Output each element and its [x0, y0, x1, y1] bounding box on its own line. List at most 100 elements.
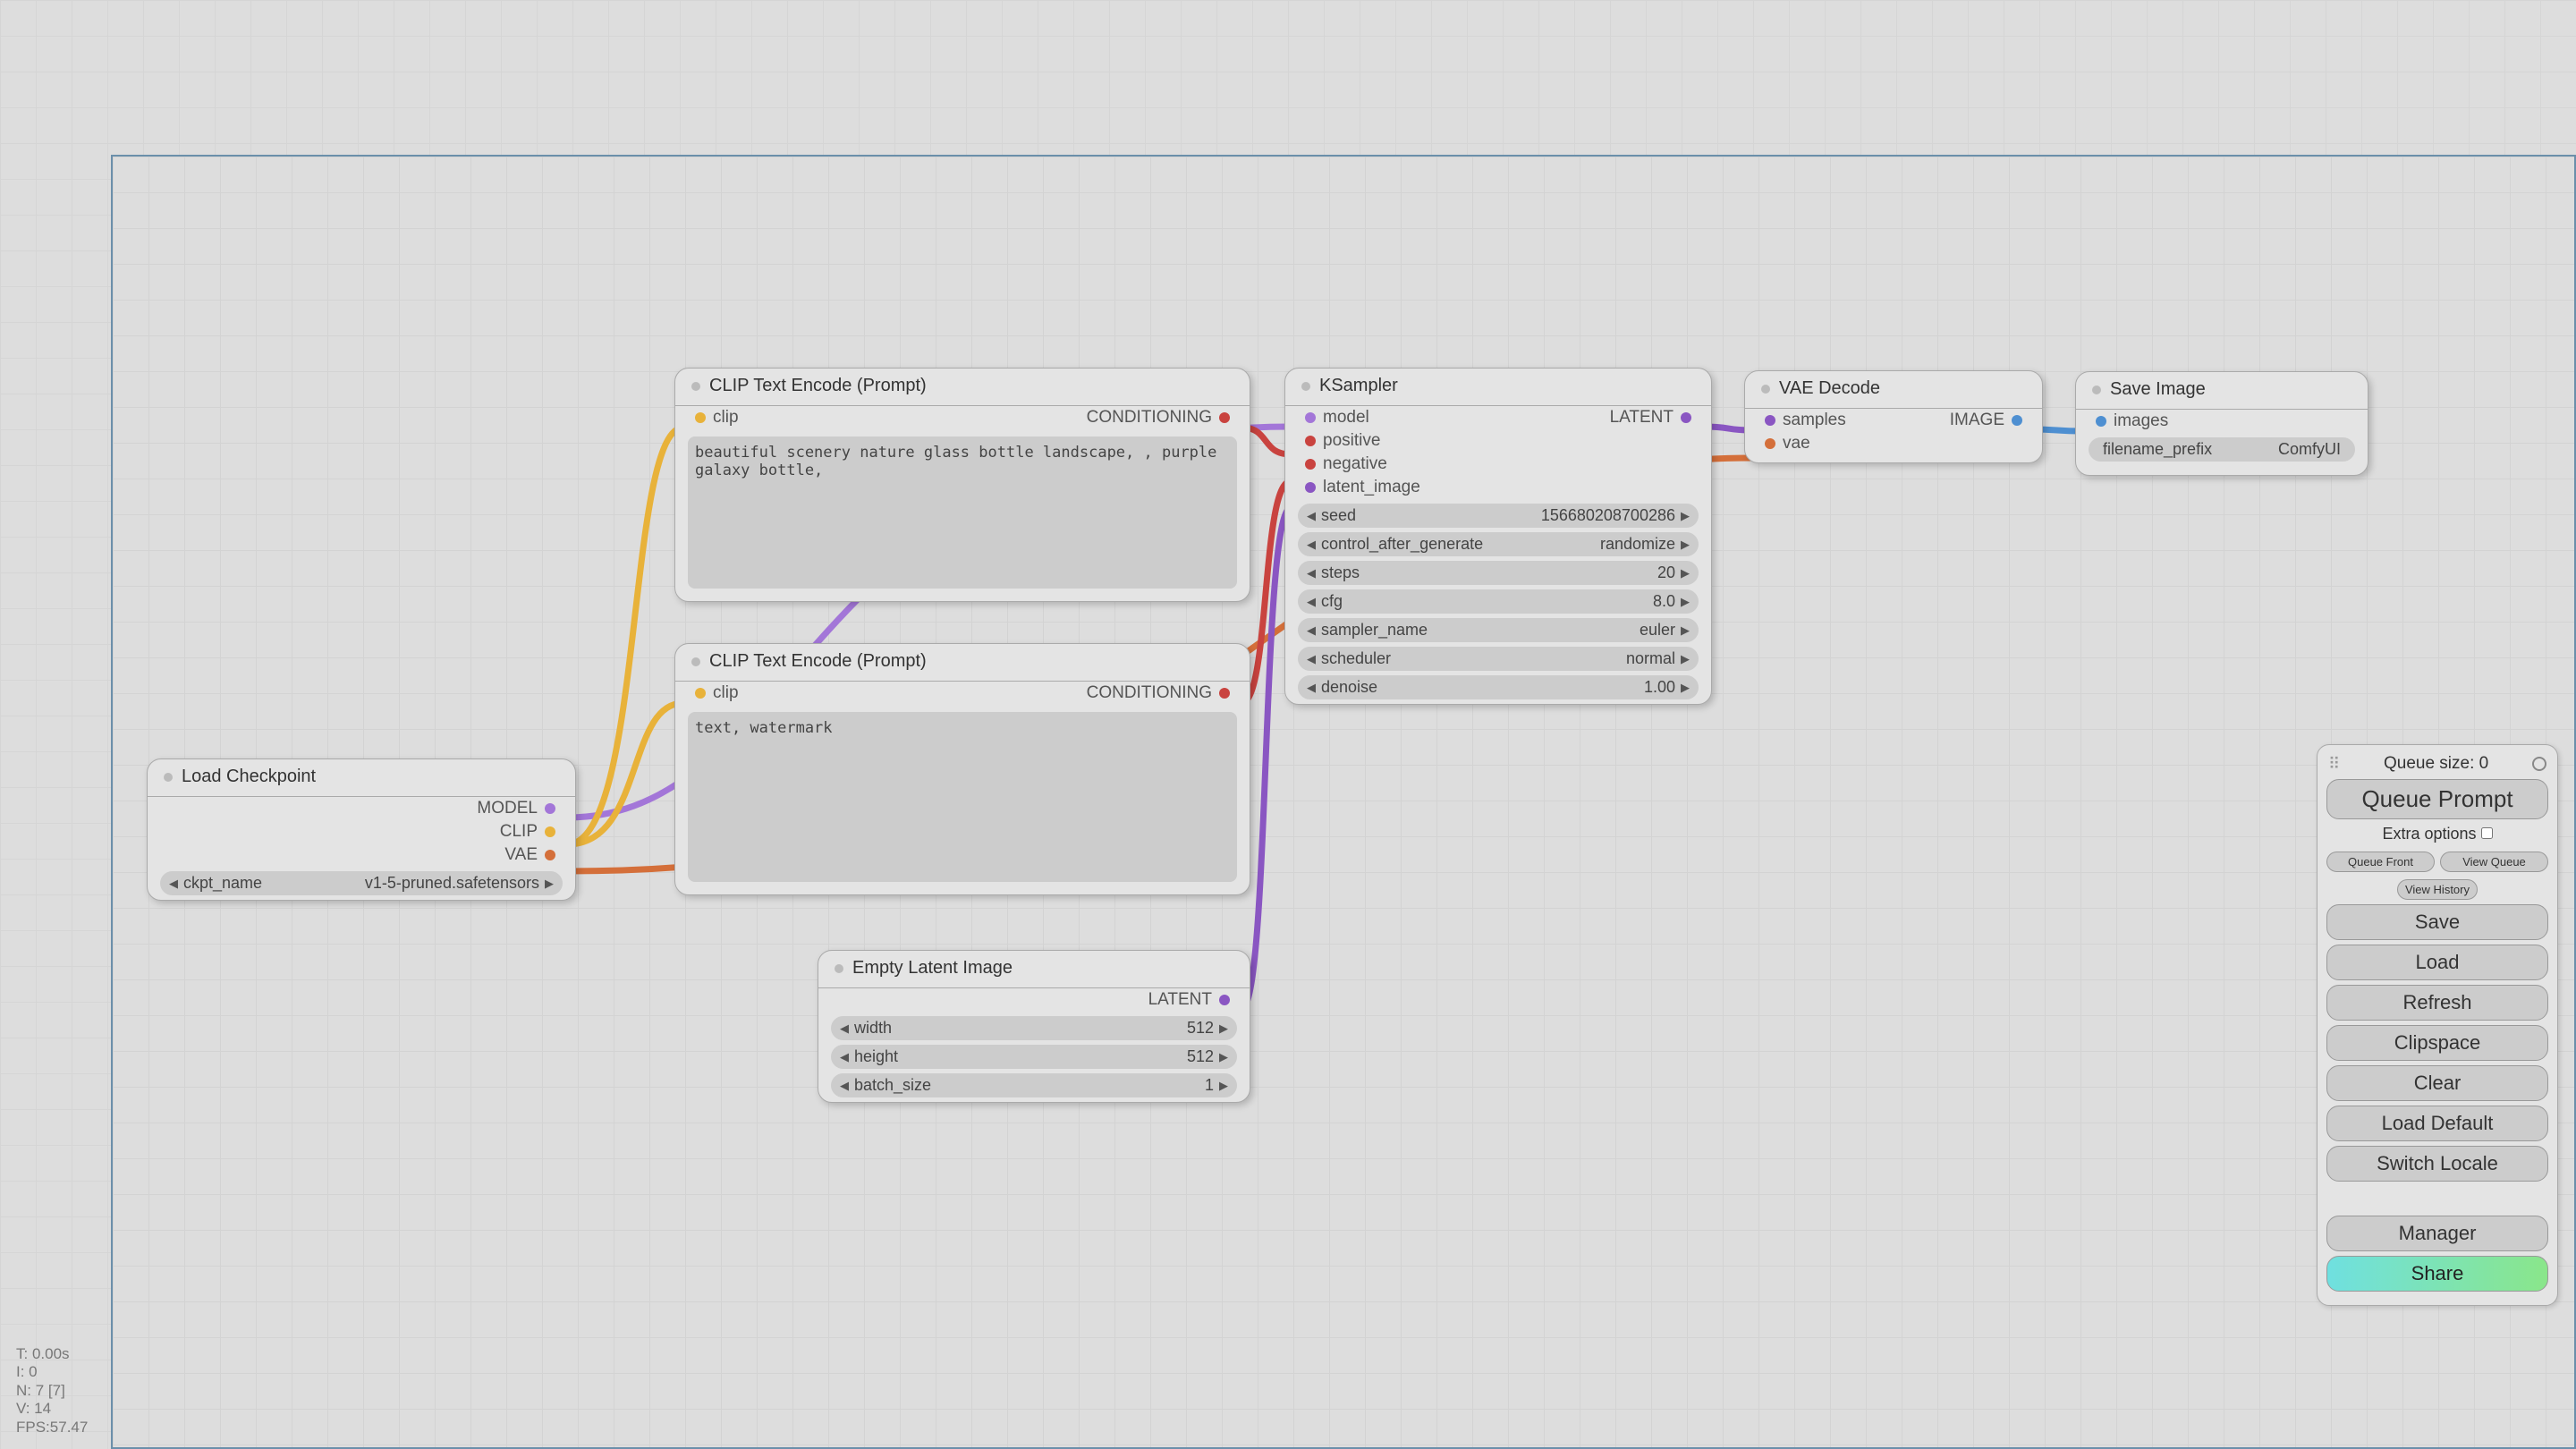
- extra-options-row[interactable]: Extra options: [2326, 825, 2548, 843]
- share-button[interactable]: Share: [2326, 1256, 2548, 1292]
- port-icon[interactable]: [1305, 436, 1316, 446]
- node-title[interactable]: KSampler: [1285, 369, 1711, 406]
- settings-gear-icon[interactable]: [2532, 757, 2546, 771]
- prev-arrow-icon[interactable]: ◀: [840, 1079, 849, 1093]
- collapse-dot-icon[interactable]: [691, 657, 700, 666]
- input-clip[interactable]: clip: [675, 682, 751, 705]
- input-vae[interactable]: vae: [1745, 432, 1859, 455]
- input-latent-image[interactable]: latent_image: [1285, 476, 1597, 499]
- port-icon[interactable]: [1305, 459, 1316, 470]
- output-clip[interactable]: CLIP: [148, 820, 575, 843]
- output-latent[interactable]: LATENT: [1597, 406, 1711, 429]
- switch-locale-button[interactable]: Switch Locale: [2326, 1146, 2548, 1182]
- input-samples[interactable]: samples: [1745, 409, 1859, 432]
- input-positive[interactable]: positive: [1285, 429, 1597, 453]
- prompt-textarea[interactable]: text, watermark: [688, 712, 1237, 882]
- port-icon[interactable]: [1219, 412, 1230, 423]
- next-arrow-icon[interactable]: ▶: [1681, 538, 1690, 552]
- node-title[interactable]: Save Image: [2076, 372, 2368, 410]
- node-title[interactable]: VAE Decode: [1745, 371, 2042, 409]
- prev-arrow-icon[interactable]: ◀: [169, 877, 178, 891]
- load-default-button[interactable]: Load Default: [2326, 1106, 2548, 1141]
- node-title[interactable]: Empty Latent Image: [818, 951, 1250, 988]
- node-clip-encode-positive[interactable]: CLIP Text Encode (Prompt) clip CONDITION…: [674, 368, 1250, 602]
- prev-arrow-icon[interactable]: ◀: [840, 1050, 849, 1064]
- next-arrow-icon[interactable]: ▶: [1219, 1050, 1228, 1064]
- extra-options-checkbox[interactable]: [2481, 827, 2493, 839]
- denoise-widget[interactable]: ◀ denoise 1.00 ▶: [1298, 675, 1699, 699]
- node-vae-decode[interactable]: VAE Decode samples vae IMAGE: [1744, 370, 2043, 463]
- port-icon[interactable]: [1219, 688, 1230, 699]
- next-arrow-icon[interactable]: ▶: [1681, 566, 1690, 580]
- queue-front-button[interactable]: Queue Front: [2326, 852, 2435, 872]
- collapse-dot-icon[interactable]: [835, 964, 843, 973]
- seed-widget[interactable]: ◀ seed 156680208700286 ▶: [1298, 504, 1699, 528]
- node-clip-encode-negative[interactable]: CLIP Text Encode (Prompt) clip CONDITION…: [674, 643, 1250, 895]
- collapse-dot-icon[interactable]: [691, 382, 700, 391]
- input-images[interactable]: images: [2076, 410, 2368, 433]
- manager-button[interactable]: Manager: [2326, 1216, 2548, 1251]
- output-model[interactable]: MODEL: [148, 797, 575, 820]
- node-empty-latent[interactable]: Empty Latent Image LATENT ◀ width 512 ▶ …: [818, 950, 1250, 1103]
- output-latent[interactable]: LATENT: [818, 988, 1250, 1012]
- control-after-generate-widget[interactable]: ◀ control_after_generate randomize ▶: [1298, 532, 1699, 556]
- port-icon[interactable]: [1765, 415, 1775, 426]
- prev-arrow-icon[interactable]: ◀: [840, 1021, 849, 1036]
- height-widget[interactable]: ◀ height 512 ▶: [831, 1045, 1237, 1069]
- prev-arrow-icon[interactable]: ◀: [1307, 623, 1316, 638]
- next-arrow-icon[interactable]: ▶: [1219, 1021, 1228, 1036]
- next-arrow-icon[interactable]: ▶: [1681, 595, 1690, 609]
- port-icon[interactable]: [1305, 482, 1316, 493]
- load-button[interactable]: Load: [2326, 945, 2548, 980]
- port-icon[interactable]: [1305, 412, 1316, 423]
- port-icon[interactable]: [545, 826, 555, 837]
- next-arrow-icon[interactable]: ▶: [1681, 652, 1690, 666]
- output-vae[interactable]: VAE: [148, 843, 575, 867]
- clear-button[interactable]: Clear: [2326, 1065, 2548, 1101]
- port-icon[interactable]: [695, 688, 706, 699]
- output-conditioning[interactable]: CONDITIONING: [1074, 406, 1250, 429]
- prompt-textarea[interactable]: beautiful scenery nature glass bottle la…: [688, 436, 1237, 589]
- control-panel[interactable]: ⠿ Queue size: 0 Queue Prompt Extra optio…: [2317, 744, 2558, 1306]
- view-history-button[interactable]: View History: [2397, 879, 2478, 900]
- input-negative[interactable]: negative: [1285, 453, 1597, 476]
- prev-arrow-icon[interactable]: ◀: [1307, 681, 1316, 695]
- prev-arrow-icon[interactable]: ◀: [1307, 652, 1316, 666]
- view-queue-button[interactable]: View Queue: [2440, 852, 2548, 872]
- ckpt-name-widget[interactable]: ◀ ckpt_name v1-5-pruned.safetensors ▶: [160, 871, 563, 895]
- batch-size-widget[interactable]: ◀ batch_size 1 ▶: [831, 1073, 1237, 1097]
- node-title[interactable]: Load Checkpoint: [148, 759, 575, 797]
- input-model[interactable]: model: [1285, 406, 1597, 429]
- prev-arrow-icon[interactable]: ◀: [1307, 509, 1316, 523]
- node-title[interactable]: CLIP Text Encode (Prompt): [675, 644, 1250, 682]
- next-arrow-icon[interactable]: ▶: [1681, 623, 1690, 638]
- clipspace-button[interactable]: Clipspace: [2326, 1025, 2548, 1061]
- queue-prompt-button[interactable]: Queue Prompt: [2326, 779, 2548, 819]
- port-icon[interactable]: [1681, 412, 1691, 423]
- collapse-dot-icon[interactable]: [1761, 385, 1770, 394]
- node-title[interactable]: CLIP Text Encode (Prompt): [675, 369, 1250, 406]
- cfg-widget[interactable]: ◀ cfg 8.0 ▶: [1298, 589, 1699, 614]
- next-arrow-icon[interactable]: ▶: [1219, 1079, 1228, 1093]
- scheduler-widget[interactable]: ◀ scheduler normal ▶: [1298, 647, 1699, 671]
- port-icon[interactable]: [545, 850, 555, 860]
- sampler-name-widget[interactable]: ◀ sampler_name euler ▶: [1298, 618, 1699, 642]
- next-arrow-icon[interactable]: ▶: [1681, 681, 1690, 695]
- input-clip[interactable]: clip: [675, 406, 751, 429]
- port-icon[interactable]: [1765, 438, 1775, 449]
- port-icon[interactable]: [545, 803, 555, 814]
- next-arrow-icon[interactable]: ▶: [545, 877, 554, 891]
- prev-arrow-icon[interactable]: ◀: [1307, 595, 1316, 609]
- port-icon[interactable]: [2012, 415, 2022, 426]
- steps-widget[interactable]: ◀ steps 20 ▶: [1298, 561, 1699, 585]
- node-save-image[interactable]: Save Image images filename_prefix ComfyU…: [2075, 371, 2368, 476]
- port-icon[interactable]: [1219, 995, 1230, 1005]
- refresh-button[interactable]: Refresh: [2326, 985, 2548, 1021]
- collapse-dot-icon[interactable]: [1301, 382, 1310, 391]
- port-icon[interactable]: [2096, 416, 2106, 427]
- output-image[interactable]: IMAGE: [1937, 409, 2042, 432]
- next-arrow-icon[interactable]: ▶: [1681, 509, 1690, 523]
- output-conditioning[interactable]: CONDITIONING: [1074, 682, 1250, 705]
- port-icon[interactable]: [695, 412, 706, 423]
- collapse-dot-icon[interactable]: [164, 773, 173, 782]
